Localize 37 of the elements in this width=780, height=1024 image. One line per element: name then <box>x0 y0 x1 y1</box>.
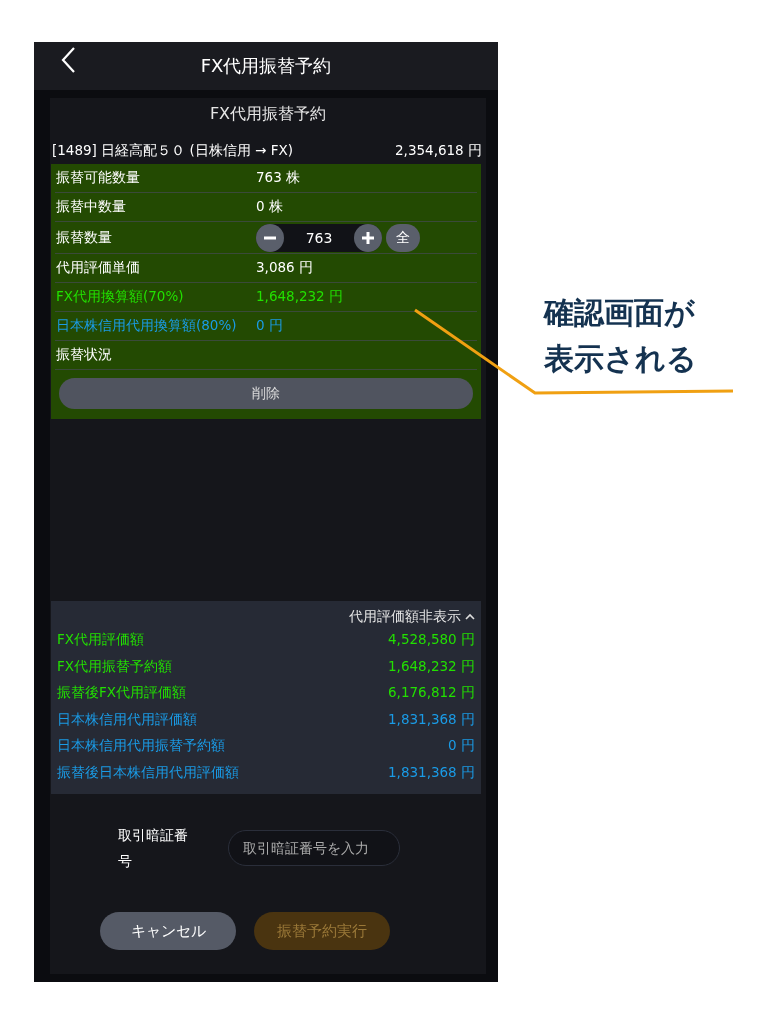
all-button[interactable]: 全 <box>386 223 420 252</box>
quantity-stepper[interactable]: 763 <box>256 223 382 252</box>
detail-label: 振替中数量 <box>55 198 127 216</box>
detail-label: 代用評価単価 <box>55 259 141 277</box>
summary-value: 6,176,812 円 <box>388 684 475 703</box>
summary-value: 1,831,368 円 <box>388 710 475 729</box>
annotation-text: 確認画面が表示される <box>544 294 698 378</box>
detail-value: 0 円 <box>256 317 283 335</box>
summary-value: 1,648,232 円 <box>388 657 475 676</box>
summary-value: 4,528,580 円 <box>388 631 475 650</box>
summary-value: 1,831,368 円 <box>388 763 475 782</box>
summary-label: FX代用振替予約額 <box>57 657 172 676</box>
detail-value: 3,086 円 <box>256 259 313 277</box>
hide-toggle[interactable]: 代用評価額非表示 <box>57 607 475 627</box>
detail-label: 振替状況 <box>55 346 113 364</box>
detail-label: FX代用換算額(70%) <box>55 288 185 306</box>
detail-value: 0 株 <box>256 198 283 216</box>
delete-button[interactable]: 削除 <box>59 378 473 409</box>
cancel-button[interactable]: キャンセル <box>100 912 236 950</box>
password-label: 取引暗証番号 <box>118 826 189 871</box>
password-field[interactable]: 取引暗証番号を入力 <box>228 830 400 866</box>
summary-label: 振替後FX代用評価額 <box>57 684 186 703</box>
stock-amount: 2,354,618 円 <box>395 142 482 160</box>
summary-label: 振替後日本株信用代用評価額 <box>57 763 239 782</box>
stock-name: [1489] 日経高配５０ (日株信用 → FX) <box>52 142 293 160</box>
summary-label: 日本株信用代用評価額 <box>57 710 197 729</box>
detail-label: 振替数量 <box>55 228 113 247</box>
summary-value: 0 円 <box>448 737 475 756</box>
panel-title: FX代用振替予約 <box>208 103 328 125</box>
detail-value: 1,648,232 円 <box>256 288 343 306</box>
detail-value: 763 株 <box>256 169 301 187</box>
quantity-value[interactable]: 763 <box>284 229 354 246</box>
detail-label: 日本株信用代用換算額(80%) <box>55 317 238 335</box>
summary-label: 日本株信用代用振替予約額 <box>57 737 225 756</box>
screen-title: FX代用振替予約 <box>200 54 332 78</box>
detail-label: 振替可能数量 <box>55 169 141 187</box>
summary-label: FX代用評価額 <box>57 631 144 650</box>
